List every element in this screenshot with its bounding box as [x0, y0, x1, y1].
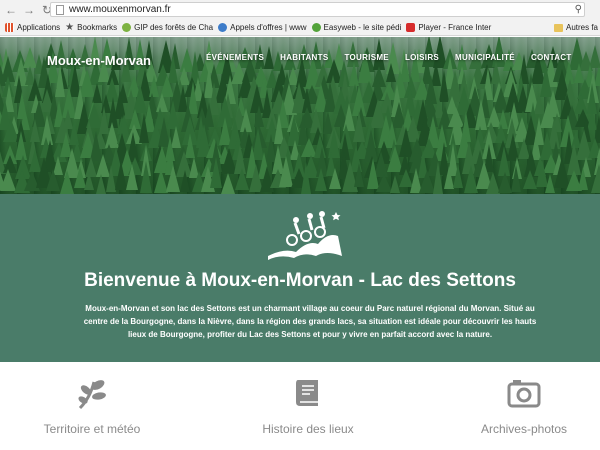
tile-archives[interactable]: Archives-photos	[444, 376, 600, 436]
bookmark-appels[interactable]: Appels d'offres | www	[218, 22, 307, 32]
welcome-section: Bienvenue à Moux-en-Morvan - Lac des Set…	[0, 194, 600, 362]
back-arrow-icon[interactable]: ←	[4, 3, 18, 17]
tree	[140, 161, 152, 193]
tree	[578, 167, 588, 190]
feature-tiles: Territoire et météo Histoire des lieux A…	[0, 362, 600, 450]
forward-arrow-icon[interactable]: →	[22, 3, 36, 17]
bookmark-applications[interactable]: Applications	[5, 22, 61, 32]
bookmark-gip[interactable]: GIP des forêts de Cha	[122, 22, 214, 32]
site-title[interactable]: Moux-en-Morvan	[47, 53, 151, 68]
bookmark-other[interactable]: Autres fa	[553, 23, 598, 32]
tree	[523, 170, 537, 189]
apps-grid-icon	[5, 22, 14, 32]
menu-item-tourisme[interactable]: TOURISME	[344, 53, 388, 62]
france-inter-icon	[406, 22, 416, 32]
bookmark-label: GIP des forêts de Cha	[134, 22, 214, 32]
tree	[498, 172, 512, 193]
tree	[433, 161, 443, 194]
menu-item-evenements[interactable]: ÉVÉNEMENTS	[206, 53, 264, 62]
menu-item-municipalite[interactable]: MUNICIPALITÉ	[455, 53, 515, 62]
main-menu: ÉVÉNEMENTS HABITANTS TOURISME LOISIRS MU…	[206, 53, 588, 62]
bookmark-france-inter[interactable]: Player - France Inter	[406, 22, 492, 32]
menu-item-contact[interactable]: CONTACT	[531, 53, 572, 62]
star-icon: ★	[65, 21, 75, 33]
tree	[46, 169, 60, 191]
tree	[301, 162, 311, 194]
tree	[591, 164, 600, 193]
bookmark-label: Applications	[17, 22, 61, 32]
page-icon	[56, 4, 64, 15]
cyclists-logo-icon	[268, 211, 342, 260]
leaf-branch-icon	[78, 380, 106, 410]
bookmark-label: Easyweb - le site pédi	[323, 22, 402, 32]
tile-territoire[interactable]: Territoire et météo	[12, 376, 172, 436]
tile-histoire[interactable]: Histoire des lieux	[228, 376, 388, 436]
bookmarks-bar: Applications ★ Bookmarks GIP des forêts …	[0, 19, 600, 36]
tree	[126, 164, 138, 190]
menu-item-habitants[interactable]: HABITANTS	[280, 53, 328, 62]
tree	[60, 170, 74, 194]
menu-item-loisirs[interactable]: LOISIRS	[405, 53, 439, 62]
tree	[354, 163, 364, 187]
tree	[96, 174, 106, 194]
book-icon	[296, 380, 318, 406]
welcome-title: Bienvenue à Moux-en-Morvan - Lac des Set…	[84, 270, 516, 291]
camera-icon	[507, 380, 541, 408]
folder-icon	[553, 23, 563, 32]
tree	[329, 168, 341, 189]
tree	[166, 165, 180, 192]
tree	[221, 173, 235, 194]
tree	[180, 170, 190, 192]
search-icon[interactable]: ⚲	[575, 4, 582, 15]
bookmark-easyweb[interactable]: Easyweb - le site pédi	[311, 22, 402, 32]
url-text: www.mouxenmorvan.fr	[69, 4, 171, 15]
tile-label: Histoire des lieux	[262, 422, 354, 436]
tree	[511, 165, 521, 192]
easyweb-icon	[311, 22, 321, 32]
browser-toolbar: ← → ↻ www.mouxenmorvan.fr ⚲	[0, 0, 600, 19]
tree	[315, 168, 327, 191]
bookmark-label: Autres fa	[565, 23, 598, 32]
globe-icon	[218, 22, 228, 32]
address-bar[interactable]: www.mouxenmorvan.fr ⚲	[50, 2, 585, 17]
bookmark-label: Bookmarks	[77, 22, 118, 32]
bookmark-label: Player - France Inter	[418, 22, 492, 32]
bookmark-bookmarks[interactable]: ★ Bookmarks	[65, 22, 117, 33]
tree	[84, 172, 94, 190]
tree	[235, 168, 249, 190]
welcome-text: Moux-en-Morvan et son lac des Settons es…	[83, 304, 537, 339]
hero-banner: Moux-en-Morvan ÉVÉNEMENTS HABITANTS TOUR…	[0, 37, 600, 194]
tile-label: Territoire et météo	[43, 422, 141, 436]
bookmark-label: Appels d'offres | www	[230, 22, 307, 32]
leaf-icon	[122, 22, 132, 32]
tree	[254, 105, 264, 127]
tile-label: Archives-photos	[480, 422, 568, 436]
tree	[453, 164, 463, 188]
